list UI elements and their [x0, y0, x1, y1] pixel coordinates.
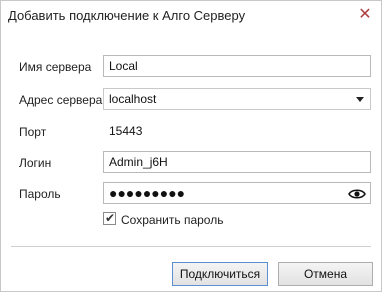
server-name-value: Local	[109, 59, 138, 73]
title-bar: Добавить подключение к Алго Серверу ✕	[1, 1, 381, 31]
close-icon[interactable]: ✕	[352, 3, 378, 27]
login-value: Admin_j6H	[109, 155, 168, 169]
server-address-value: localhost	[109, 92, 157, 106]
connect-button[interactable]: Подключиться	[172, 262, 268, 286]
eye-icon[interactable]	[348, 187, 366, 201]
server-name-label: Имя сервера	[19, 60, 92, 74]
chevron-down-icon[interactable]	[356, 97, 364, 102]
dialog-window: Добавить подключение к Алго Серверу ✕ Им…	[0, 0, 382, 292]
port-label: Порт	[19, 125, 47, 139]
password-masked-value: ●●●●●●●●●	[109, 185, 186, 201]
login-input[interactable]: Admin_j6H	[103, 151, 371, 173]
divider	[11, 246, 371, 247]
port-value: 15443	[109, 124, 143, 138]
server-address-combobox[interactable]: localhost	[103, 88, 371, 110]
server-name-input[interactable]: Local	[103, 55, 371, 77]
login-label: Логин	[19, 156, 52, 170]
password-input[interactable]: ●●●●●●●●●	[103, 182, 371, 204]
dialog-title: Добавить подключение к Алго Серверу	[8, 8, 246, 23]
save-password-label[interactable]: Сохранить пароль	[121, 213, 223, 227]
server-address-label: Адрес сервера	[19, 93, 103, 107]
cancel-button[interactable]: Отмена	[278, 262, 373, 286]
checkmark-icon: ✔	[105, 211, 116, 225]
password-label: Пароль	[19, 187, 61, 201]
save-password-checkbox[interactable]: ✔	[103, 211, 116, 225]
